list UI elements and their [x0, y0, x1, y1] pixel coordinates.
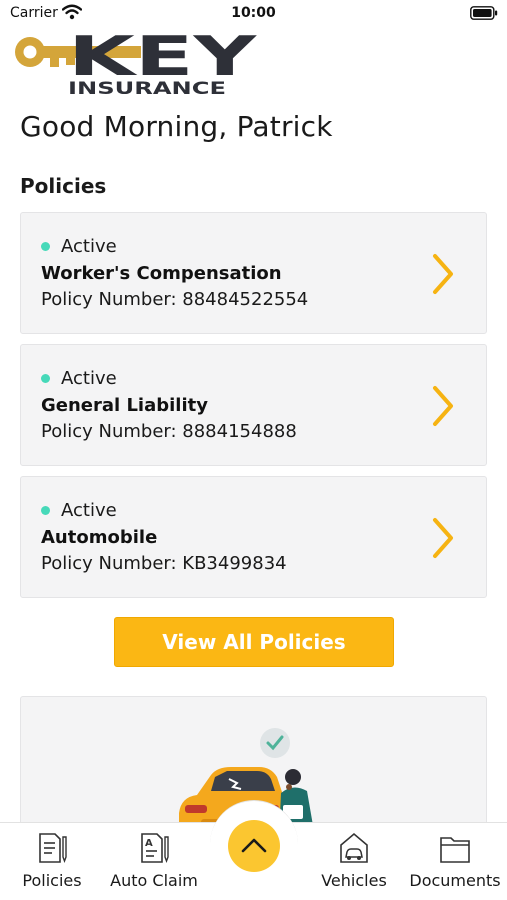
chevron-up-icon — [241, 838, 267, 853]
policy-card-workers-compensation[interactable]: Active Worker's Compensation Policy Numb… — [20, 212, 487, 334]
tab-auto-claim[interactable]: A Auto Claim — [104, 823, 204, 900]
policy-name: General Liability — [41, 395, 208, 416]
policy-name: Automobile — [41, 527, 158, 548]
active-status-dot — [41, 506, 50, 515]
policy-number: Policy Number: 88484522554 — [41, 289, 309, 310]
tab-label: Vehicles — [321, 871, 387, 890]
tab-label: Auto Claim — [110, 871, 198, 890]
auto-claim-document-icon: A — [141, 833, 169, 863]
tab-policies[interactable]: Policies — [10, 823, 94, 900]
chevron-right-icon — [433, 386, 453, 426]
clock-label: 10:00 — [231, 5, 276, 21]
active-status-dot — [41, 374, 50, 383]
greeting-heading: Good Morning, Patrick — [20, 110, 333, 143]
documents-folder-icon — [440, 837, 470, 863]
tab-label: Policies — [22, 871, 82, 890]
chevron-right-icon — [433, 254, 453, 294]
battery-icon — [470, 6, 498, 20]
active-status-dot — [41, 242, 50, 251]
policy-status: Active — [61, 236, 117, 257]
policy-card-automobile[interactable]: Active Automobile Policy Number: KB34998… — [20, 476, 487, 598]
chevron-right-icon — [433, 518, 453, 558]
tab-vehicles[interactable]: Vehicles — [312, 823, 396, 900]
logo-subtitle: INSURANCE — [68, 79, 226, 99]
vehicles-garage-icon — [340, 832, 368, 863]
key-insurance-logo: KEY INSURANCE — [15, 26, 257, 99]
policy-number: Policy Number: 8884154888 — [41, 421, 297, 442]
tab-label: Documents — [409, 871, 501, 890]
tab-documents[interactable]: Documents — [406, 823, 504, 900]
policy-card-general-liability[interactable]: Active General Liability Policy Number: … — [20, 344, 487, 466]
policy-status: Active — [61, 368, 117, 389]
svg-text:A: A — [145, 838, 153, 849]
policies-document-icon — [39, 833, 67, 863]
expand-menu-button[interactable] — [228, 820, 280, 872]
status-bar: Carrier 10:00 — [0, 0, 507, 28]
view-all-policies-button[interactable]: View All Policies — [114, 617, 394, 667]
policy-name: Worker's Compensation — [41, 263, 282, 284]
policy-number: Policy Number: KB3499834 — [41, 553, 287, 574]
policy-status: Active — [61, 500, 117, 521]
policies-section-title: Policies — [20, 174, 107, 198]
